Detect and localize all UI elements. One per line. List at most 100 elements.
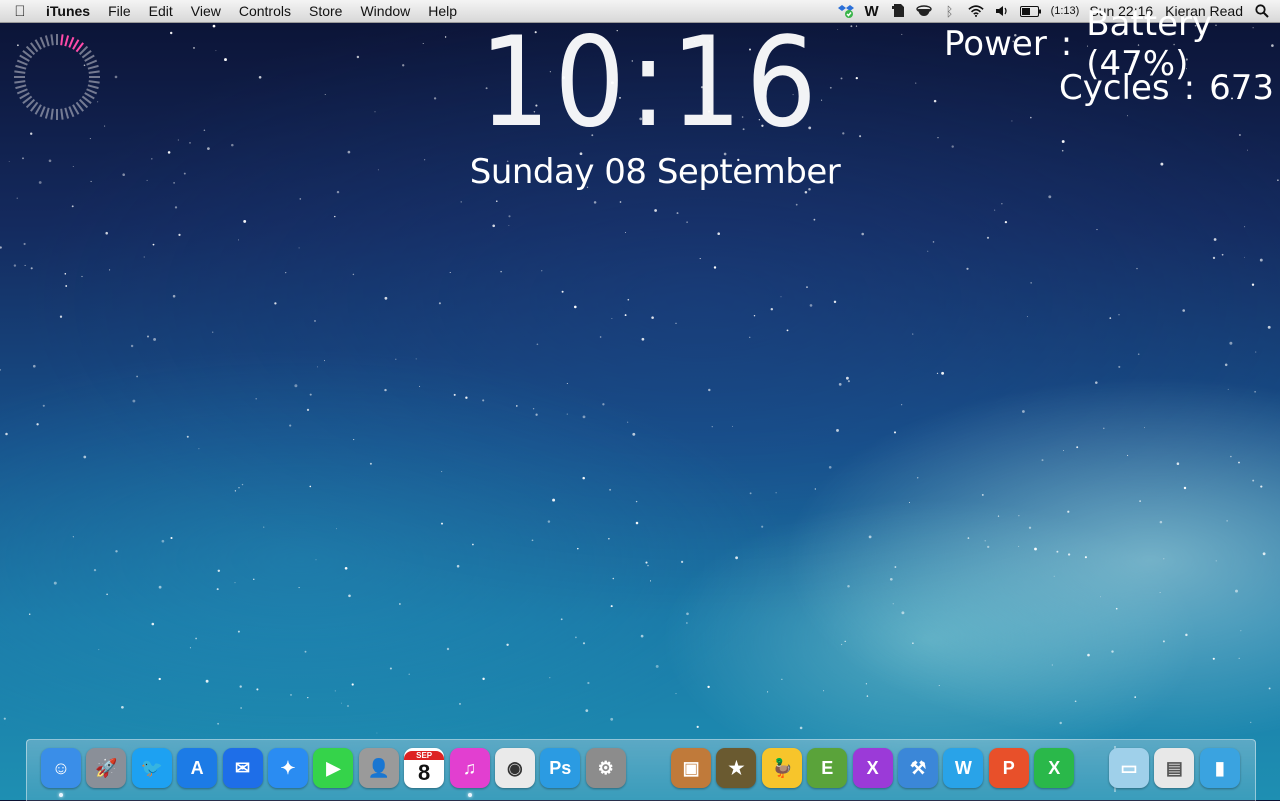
- star: [1061, 149, 1064, 152]
- wifi-icon[interactable]: [967, 3, 984, 19]
- dock-apps: ☺ 🚀 🐦 A ✉ ✦ ▶ 👤 SEP 8 ♫ ◉ Ps ⚙ ▣ ★ 🦆 E X ⚒ W P X: [41, 748, 1080, 797]
- star: [610, 605, 613, 608]
- menu-view[interactable]: View: [182, 0, 230, 22]
- calendar-icon[interactable]: SEP 8: [404, 748, 445, 788]
- star: [1230, 455, 1232, 458]
- star: [655, 664, 659, 668]
- star: [1118, 314, 1120, 316]
- star: [472, 543, 474, 546]
- bluetooth-icon[interactable]: ᛒ: [942, 3, 958, 19]
- spinner-tick: [34, 39, 42, 50]
- mail-icon[interactable]: ✉: [222, 748, 263, 788]
- star: [1022, 410, 1025, 413]
- apple-menu-icon[interactable]: : [0, 3, 40, 20]
- star: [234, 490, 237, 492]
- star: [299, 198, 302, 200]
- star: [285, 271, 287, 274]
- photoshop-icon[interactable]: Ps: [540, 748, 581, 788]
- app-store-icon[interactable]: A: [177, 748, 218, 788]
- menu-window[interactable]: Window: [351, 0, 419, 22]
- spinner-tick: [64, 35, 70, 47]
- star: [121, 705, 124, 709]
- word-menu-icon[interactable]: W: [864, 3, 880, 20]
- downloads-stack-icon[interactable]: ▮: [1199, 748, 1240, 788]
- finder-icon[interactable]: ☺: [41, 748, 81, 797]
- star: [500, 270, 502, 273]
- star: [30, 267, 33, 270]
- applications-folder-icon[interactable]: ▭: [1109, 748, 1149, 788]
- star: [627, 421, 629, 423]
- screenshot-glyph: ◉: [507, 757, 523, 778]
- star: [93, 568, 97, 572]
- star: [847, 585, 850, 588]
- star: [441, 471, 443, 473]
- document-stack-icon[interactable]: ▤: [1154, 748, 1195, 788]
- star: [619, 201, 622, 203]
- contacts-icon[interactable]: 👤: [358, 748, 399, 788]
- star: [901, 611, 905, 615]
- applications-folder-glyph: ▭: [1120, 757, 1138, 778]
- star: [336, 190, 340, 194]
- spinner-tick: [14, 70, 26, 74]
- star: [599, 336, 602, 338]
- star: [582, 642, 586, 645]
- star: [516, 405, 518, 407]
- itunes-icon[interactable]: ♫: [449, 748, 490, 797]
- running-indicator: [59, 793, 63, 797]
- battery-icon[interactable]: [1019, 3, 1042, 19]
- desktop-clock-widget: 10:16: [440, 18, 860, 148]
- spinner-tick: [64, 107, 70, 119]
- star: [1087, 653, 1090, 657]
- app-menu[interactable]: iTunes: [40, 0, 99, 22]
- star: [438, 302, 441, 305]
- star: [866, 695, 869, 697]
- star: [161, 539, 165, 543]
- spinner-tick: [75, 101, 84, 112]
- evernote-icon[interactable]: E: [807, 748, 848, 788]
- excel-icon[interactable]: X: [1034, 748, 1075, 788]
- facetime-icon[interactable]: ▶: [313, 748, 354, 788]
- word-icon[interactable]: W: [943, 748, 984, 788]
- safari-icon[interactable]: ✦: [267, 748, 308, 788]
- xcode-icon[interactable]: ⚒: [898, 748, 939, 788]
- menu-edit[interactable]: Edit: [140, 0, 182, 22]
- star: [635, 500, 638, 503]
- star: [1268, 687, 1271, 690]
- launchpad-icon[interactable]: 🚀: [86, 748, 127, 788]
- star: [635, 521, 639, 525]
- system-preferences-icon[interactable]: ⚙: [585, 748, 626, 788]
- star: [901, 404, 903, 406]
- star: [238, 487, 240, 489]
- evernote-menu-icon[interactable]: [890, 3, 906, 19]
- dropbox-sync-icon[interactable]: [837, 3, 854, 19]
- star: [1229, 341, 1233, 345]
- star: [459, 703, 461, 705]
- star: [506, 643, 509, 646]
- menu-controls[interactable]: Controls: [230, 0, 300, 22]
- star: [146, 179, 148, 181]
- star: [1048, 195, 1052, 199]
- battery-time-remaining[interactable]: (1:13): [1047, 0, 1084, 22]
- star: [1103, 427, 1105, 430]
- star: [122, 173, 125, 176]
- caffeine-cup-icon[interactable]: [915, 3, 932, 19]
- xmind-icon[interactable]: X: [852, 748, 893, 788]
- iphoto-icon[interactable]: ▣: [671, 748, 712, 788]
- star: [767, 691, 769, 693]
- star: [207, 147, 210, 150]
- star: [203, 129, 206, 132]
- cyberduck-icon[interactable]: 🦆: [761, 748, 802, 788]
- imovie-icon[interactable]: ★: [716, 748, 757, 788]
- powerpoint-icon[interactable]: P: [988, 748, 1029, 788]
- volume-icon[interactable]: [994, 3, 1010, 19]
- menu-store[interactable]: Store: [300, 0, 351, 22]
- star: [238, 239, 239, 241]
- star: [324, 360, 325, 362]
- screenshot-icon[interactable]: ◉: [494, 748, 535, 788]
- star: [158, 677, 161, 681]
- dock: ☺ 🚀 🐦 A ✉ ✦ ▶ 👤 SEP 8 ♫ ◉ Ps ⚙ ▣ ★ 🦆 E X ⚒ W P X ▭ ▤ ▮: [26, 739, 1256, 801]
- twitter-icon[interactable]: 🐦: [131, 748, 172, 788]
- menu-file[interactable]: File: [99, 0, 140, 22]
- spinner-tick: [87, 84, 99, 90]
- star: [761, 525, 764, 528]
